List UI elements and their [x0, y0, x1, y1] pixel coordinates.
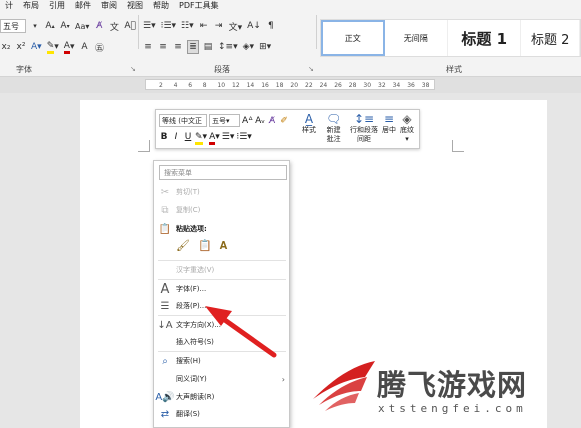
watermark-title: 腾飞游戏网 [377, 368, 528, 402]
watermark-url: xtstengfei.com [378, 402, 527, 415]
watermark-logo-icon [313, 361, 375, 411]
